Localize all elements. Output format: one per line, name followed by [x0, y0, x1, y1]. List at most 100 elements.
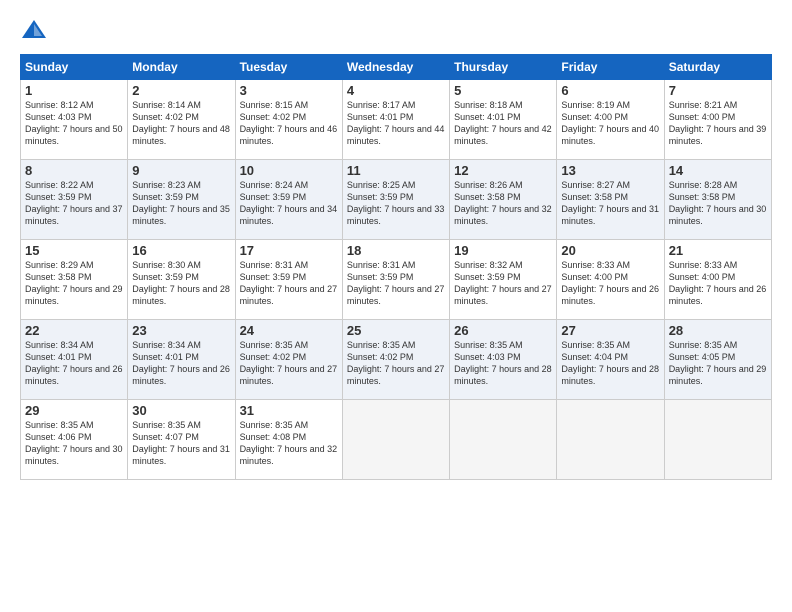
- calendar-page: SundayMondayTuesdayWednesdayThursdayFrid…: [0, 0, 792, 490]
- calendar-day-cell: 24 Sunrise: 8:35 AM Sunset: 4:02 PM Dayl…: [235, 320, 342, 400]
- day-number: 8: [25, 163, 123, 178]
- day-info: Sunrise: 8:32 AM Sunset: 3:59 PM Dayligh…: [454, 259, 552, 308]
- day-info: Sunrise: 8:23 AM Sunset: 3:59 PM Dayligh…: [132, 179, 230, 228]
- calendar-day-cell: 22 Sunrise: 8:34 AM Sunset: 4:01 PM Dayl…: [21, 320, 128, 400]
- day-info: Sunrise: 8:28 AM Sunset: 3:58 PM Dayligh…: [669, 179, 767, 228]
- day-info: Sunrise: 8:35 AM Sunset: 4:08 PM Dayligh…: [240, 419, 338, 468]
- calendar-day-cell: [664, 400, 771, 480]
- calendar-week-row: 22 Sunrise: 8:34 AM Sunset: 4:01 PM Dayl…: [21, 320, 772, 400]
- day-info: Sunrise: 8:18 AM Sunset: 4:01 PM Dayligh…: [454, 99, 552, 148]
- calendar-day-cell: 8 Sunrise: 8:22 AM Sunset: 3:59 PM Dayli…: [21, 160, 128, 240]
- weekday-header-tuesday: Tuesday: [235, 55, 342, 80]
- calendar-day-cell: 17 Sunrise: 8:31 AM Sunset: 3:59 PM Dayl…: [235, 240, 342, 320]
- calendar-day-cell: 5 Sunrise: 8:18 AM Sunset: 4:01 PM Dayli…: [450, 80, 557, 160]
- day-info: Sunrise: 8:33 AM Sunset: 4:00 PM Dayligh…: [561, 259, 659, 308]
- day-number: 9: [132, 163, 230, 178]
- weekday-header-row: SundayMondayTuesdayWednesdayThursdayFrid…: [21, 55, 772, 80]
- day-number: 3: [240, 83, 338, 98]
- calendar-day-cell: 9 Sunrise: 8:23 AM Sunset: 3:59 PM Dayli…: [128, 160, 235, 240]
- day-info: Sunrise: 8:33 AM Sunset: 4:00 PM Dayligh…: [669, 259, 767, 308]
- day-number: 6: [561, 83, 659, 98]
- day-number: 19: [454, 243, 552, 258]
- day-info: Sunrise: 8:30 AM Sunset: 3:59 PM Dayligh…: [132, 259, 230, 308]
- weekday-header-thursday: Thursday: [450, 55, 557, 80]
- calendar-day-cell: 31 Sunrise: 8:35 AM Sunset: 4:08 PM Dayl…: [235, 400, 342, 480]
- calendar-day-cell: 20 Sunrise: 8:33 AM Sunset: 4:00 PM Dayl…: [557, 240, 664, 320]
- day-info: Sunrise: 8:24 AM Sunset: 3:59 PM Dayligh…: [240, 179, 338, 228]
- day-number: 10: [240, 163, 338, 178]
- calendar-day-cell: 10 Sunrise: 8:24 AM Sunset: 3:59 PM Dayl…: [235, 160, 342, 240]
- logo-icon: [20, 16, 48, 44]
- calendar-day-cell: 3 Sunrise: 8:15 AM Sunset: 4:02 PM Dayli…: [235, 80, 342, 160]
- calendar-week-row: 8 Sunrise: 8:22 AM Sunset: 3:59 PM Dayli…: [21, 160, 772, 240]
- day-info: Sunrise: 8:25 AM Sunset: 3:59 PM Dayligh…: [347, 179, 445, 228]
- calendar-day-cell: 18 Sunrise: 8:31 AM Sunset: 3:59 PM Dayl…: [342, 240, 449, 320]
- day-number: 22: [25, 323, 123, 338]
- day-number: 25: [347, 323, 445, 338]
- day-number: 12: [454, 163, 552, 178]
- day-number: 16: [132, 243, 230, 258]
- day-info: Sunrise: 8:34 AM Sunset: 4:01 PM Dayligh…: [25, 339, 123, 388]
- logo: [20, 16, 52, 44]
- calendar-day-cell: 14 Sunrise: 8:28 AM Sunset: 3:58 PM Dayl…: [664, 160, 771, 240]
- day-number: 30: [132, 403, 230, 418]
- weekday-header-friday: Friday: [557, 55, 664, 80]
- day-number: 26: [454, 323, 552, 338]
- day-info: Sunrise: 8:15 AM Sunset: 4:02 PM Dayligh…: [240, 99, 338, 148]
- calendar-day-cell: 13 Sunrise: 8:27 AM Sunset: 3:58 PM Dayl…: [557, 160, 664, 240]
- calendar-week-row: 15 Sunrise: 8:29 AM Sunset: 3:58 PM Dayl…: [21, 240, 772, 320]
- day-number: 23: [132, 323, 230, 338]
- day-info: Sunrise: 8:12 AM Sunset: 4:03 PM Dayligh…: [25, 99, 123, 148]
- calendar-day-cell: 30 Sunrise: 8:35 AM Sunset: 4:07 PM Dayl…: [128, 400, 235, 480]
- calendar-day-cell: 21 Sunrise: 8:33 AM Sunset: 4:00 PM Dayl…: [664, 240, 771, 320]
- day-info: Sunrise: 8:14 AM Sunset: 4:02 PM Dayligh…: [132, 99, 230, 148]
- day-number: 24: [240, 323, 338, 338]
- day-info: Sunrise: 8:27 AM Sunset: 3:58 PM Dayligh…: [561, 179, 659, 228]
- weekday-header-monday: Monday: [128, 55, 235, 80]
- calendar-day-cell: [450, 400, 557, 480]
- day-number: 18: [347, 243, 445, 258]
- day-info: Sunrise: 8:35 AM Sunset: 4:02 PM Dayligh…: [240, 339, 338, 388]
- day-number: 7: [669, 83, 767, 98]
- calendar-day-cell: 25 Sunrise: 8:35 AM Sunset: 4:02 PM Dayl…: [342, 320, 449, 400]
- header: [20, 16, 772, 44]
- calendar-day-cell: 29 Sunrise: 8:35 AM Sunset: 4:06 PM Dayl…: [21, 400, 128, 480]
- weekday-header-sunday: Sunday: [21, 55, 128, 80]
- day-info: Sunrise: 8:35 AM Sunset: 4:02 PM Dayligh…: [347, 339, 445, 388]
- calendar-day-cell: 28 Sunrise: 8:35 AM Sunset: 4:05 PM Dayl…: [664, 320, 771, 400]
- day-info: Sunrise: 8:34 AM Sunset: 4:01 PM Dayligh…: [132, 339, 230, 388]
- calendar-day-cell: 11 Sunrise: 8:25 AM Sunset: 3:59 PM Dayl…: [342, 160, 449, 240]
- day-number: 2: [132, 83, 230, 98]
- calendar-day-cell: 1 Sunrise: 8:12 AM Sunset: 4:03 PM Dayli…: [21, 80, 128, 160]
- day-number: 31: [240, 403, 338, 418]
- day-info: Sunrise: 8:35 AM Sunset: 4:06 PM Dayligh…: [25, 419, 123, 468]
- day-number: 5: [454, 83, 552, 98]
- calendar-day-cell: [557, 400, 664, 480]
- day-number: 27: [561, 323, 659, 338]
- weekday-header-wednesday: Wednesday: [342, 55, 449, 80]
- day-number: 11: [347, 163, 445, 178]
- calendar-day-cell: 16 Sunrise: 8:30 AM Sunset: 3:59 PM Dayl…: [128, 240, 235, 320]
- calendar-day-cell: 26 Sunrise: 8:35 AM Sunset: 4:03 PM Dayl…: [450, 320, 557, 400]
- day-info: Sunrise: 8:17 AM Sunset: 4:01 PM Dayligh…: [347, 99, 445, 148]
- day-number: 17: [240, 243, 338, 258]
- calendar-day-cell: 19 Sunrise: 8:32 AM Sunset: 3:59 PM Dayl…: [450, 240, 557, 320]
- day-info: Sunrise: 8:26 AM Sunset: 3:58 PM Dayligh…: [454, 179, 552, 228]
- day-number: 21: [669, 243, 767, 258]
- calendar-day-cell: 2 Sunrise: 8:14 AM Sunset: 4:02 PM Dayli…: [128, 80, 235, 160]
- day-info: Sunrise: 8:35 AM Sunset: 4:04 PM Dayligh…: [561, 339, 659, 388]
- day-number: 13: [561, 163, 659, 178]
- calendar-week-row: 1 Sunrise: 8:12 AM Sunset: 4:03 PM Dayli…: [21, 80, 772, 160]
- day-info: Sunrise: 8:21 AM Sunset: 4:00 PM Dayligh…: [669, 99, 767, 148]
- day-info: Sunrise: 8:22 AM Sunset: 3:59 PM Dayligh…: [25, 179, 123, 228]
- calendar-table: SundayMondayTuesdayWednesdayThursdayFrid…: [20, 54, 772, 480]
- calendar-day-cell: 4 Sunrise: 8:17 AM Sunset: 4:01 PM Dayli…: [342, 80, 449, 160]
- day-number: 4: [347, 83, 445, 98]
- day-number: 1: [25, 83, 123, 98]
- calendar-day-cell: 6 Sunrise: 8:19 AM Sunset: 4:00 PM Dayli…: [557, 80, 664, 160]
- day-info: Sunrise: 8:35 AM Sunset: 4:07 PM Dayligh…: [132, 419, 230, 468]
- calendar-day-cell: 15 Sunrise: 8:29 AM Sunset: 3:58 PM Dayl…: [21, 240, 128, 320]
- day-info: Sunrise: 8:31 AM Sunset: 3:59 PM Dayligh…: [240, 259, 338, 308]
- calendar-day-cell: 23 Sunrise: 8:34 AM Sunset: 4:01 PM Dayl…: [128, 320, 235, 400]
- calendar-day-cell: 27 Sunrise: 8:35 AM Sunset: 4:04 PM Dayl…: [557, 320, 664, 400]
